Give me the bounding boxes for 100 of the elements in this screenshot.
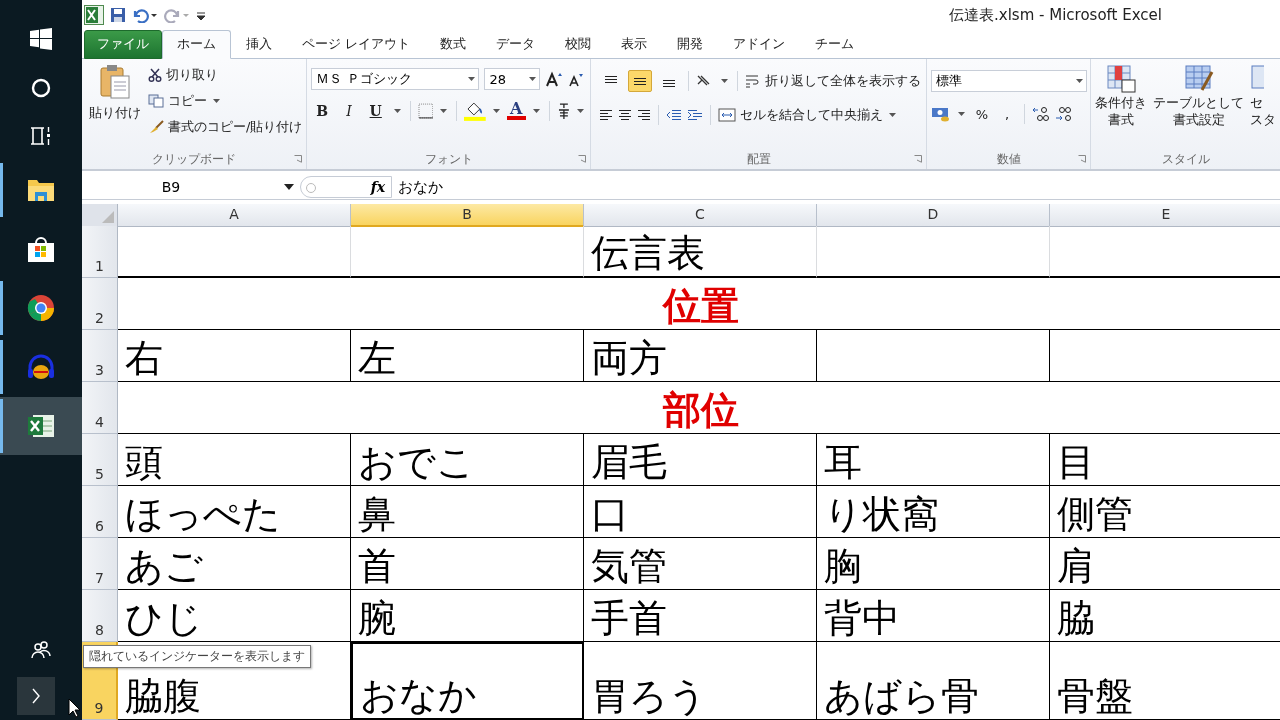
column-header[interactable]: C [584, 204, 817, 227]
paste-button[interactable]: 貼り付け [86, 64, 144, 149]
table-cell[interactable]: 鼻 [351, 486, 584, 538]
column-header[interactable]: E [1050, 204, 1280, 227]
row-header[interactable]: 1 [82, 226, 118, 278]
undo-icon[interactable] [132, 7, 158, 23]
table-cell[interactable]: 右 [118, 330, 351, 382]
formula-input[interactable]: おなか [392, 176, 1280, 198]
table-cell[interactable]: 口 [584, 486, 817, 538]
copy-button[interactable]: コピー [148, 90, 303, 112]
shrink-font-icon[interactable] [568, 71, 585, 87]
table-cell[interactable]: 首 [351, 538, 584, 590]
ribbon-tab[interactable]: データ [481, 30, 551, 59]
row-header[interactable]: 4 [82, 382, 118, 434]
format-as-table-button[interactable]: テーブルとして 書式設定 [1153, 64, 1244, 149]
underline-button[interactable]: U [364, 100, 387, 122]
excel-icon[interactable] [84, 5, 104, 25]
decrease-indent-icon[interactable] [666, 109, 683, 121]
row-header[interactable]: 8 [82, 590, 118, 642]
ribbon-tab[interactable]: ページ レイアウト [287, 30, 426, 59]
decrease-decimal-icon[interactable] [1055, 106, 1073, 122]
caret-icon[interactable] [721, 79, 729, 83]
table-cell[interactable]: ほっぺた [118, 486, 351, 538]
table-cell[interactable]: 伝言表 [584, 226, 817, 278]
ribbon-tab[interactable]: 挿入 [231, 30, 287, 59]
bold-button[interactable]: B [311, 100, 334, 122]
row-header[interactable]: 5 [82, 434, 118, 486]
row-header[interactable]: 6 [82, 486, 118, 538]
number-format-dropdown[interactable]: 標準 [931, 70, 1087, 92]
table-cell[interactable]: あご [118, 538, 351, 590]
ribbon-tab[interactable]: アドイン [718, 30, 801, 59]
insert-function-button[interactable]: fx [370, 179, 385, 195]
caret-icon[interactable] [493, 109, 501, 113]
taskbar-app[interactable] [0, 397, 82, 455]
dialog-launcher-icon[interactable] [914, 155, 922, 163]
vertical-align-button[interactable] [628, 70, 653, 92]
caret-icon[interactable] [577, 109, 585, 113]
table-cell[interactable]: 耳 [817, 434, 1050, 486]
column-header[interactable]: D [817, 204, 1050, 227]
table-cell[interactable]: 背中 [817, 590, 1050, 642]
table-cell[interactable]: 胃ろう [584, 642, 817, 720]
italic-button[interactable]: I [338, 100, 360, 122]
caret-icon[interactable] [393, 109, 401, 113]
table-cell[interactable]: 脇 [1050, 590, 1280, 642]
save-icon[interactable] [110, 7, 126, 23]
font-name-dropdown[interactable]: ＭＳ Ｐゴシック [311, 68, 480, 90]
table-cell[interactable]: 頭 [118, 434, 351, 486]
increase-decimal-icon[interactable] [1032, 106, 1050, 122]
start-icon[interactable] [30, 28, 52, 50]
grow-font-icon[interactable] [545, 71, 564, 87]
table-cell[interactable]: 骨盤 [1050, 642, 1280, 720]
ribbon-tab[interactable]: 表示 [606, 30, 663, 59]
table-cell[interactable]: 気管 [584, 538, 817, 590]
dialog-launcher-icon[interactable] [294, 155, 303, 163]
table-cell[interactable]: あばら骨 [817, 642, 1050, 720]
table-cell[interactable] [817, 330, 1050, 382]
dialog-launcher-icon[interactable] [578, 155, 587, 163]
table-cell[interactable]: 左 [351, 330, 584, 382]
comma-button[interactable]: , [997, 106, 1017, 122]
row-header[interactable]: 3 [82, 330, 118, 382]
merge-center-button[interactable]: セルを結合して中央揃え [718, 104, 899, 126]
align-center-icon[interactable] [618, 109, 633, 121]
merged-cell[interactable]: 部位 [118, 382, 1280, 434]
table-cell[interactable]: 両方 [584, 330, 817, 382]
currency-icon[interactable] [931, 106, 951, 122]
dialog-launcher-icon[interactable] [1078, 155, 1086, 163]
table-cell[interactable]: 腕 [351, 590, 584, 642]
table-cell[interactable]: 胸 [817, 538, 1050, 590]
name-box[interactable]: B9 [82, 176, 300, 198]
table-cell[interactable]: 手首 [584, 590, 817, 642]
caret-icon[interactable] [532, 109, 540, 113]
row-header[interactable]: 7 [82, 538, 118, 590]
table-cell[interactable]: ひじ [118, 590, 351, 642]
cut-button[interactable]: 切り取り [148, 64, 303, 86]
task-view-icon[interactable] [30, 126, 52, 146]
font-color-button[interactable]: A [507, 102, 526, 120]
table-cell[interactable]: おでこ [351, 434, 584, 486]
ribbon-tab[interactable]: 開発 [662, 30, 719, 59]
align-right-icon[interactable] [637, 109, 652, 121]
phonetic-guide-icon[interactable] [556, 102, 571, 120]
ribbon-tab[interactable]: チーム [800, 30, 870, 59]
people-icon[interactable] [31, 641, 51, 659]
wrap-text-button[interactable]: 折り返して全体を表示する [745, 70, 922, 92]
cell-styles-button[interactable]: セ スタ [1250, 64, 1276, 149]
show-hidden-icons-button[interactable] [17, 677, 55, 715]
table-cell[interactable]: 眉毛 [584, 434, 817, 486]
table-cell[interactable]: 肩 [1050, 538, 1280, 590]
borders-icon[interactable] [417, 103, 434, 119]
align-left-icon[interactable] [599, 109, 614, 121]
table-cell[interactable]: 目 [1050, 434, 1280, 486]
row-header[interactable]: 2 [82, 278, 118, 330]
conditional-formatting-button[interactable]: 条件付き 書式 [1095, 64, 1147, 149]
font-size-dropdown[interactable]: 28 [484, 68, 541, 90]
column-header[interactable]: B [351, 204, 584, 227]
fill-color-icon[interactable] [464, 101, 487, 121]
column-header[interactable]: A [118, 204, 351, 227]
table-cell[interactable]: 側管 [1050, 486, 1280, 538]
search-icon[interactable] [31, 78, 51, 98]
increase-indent-icon[interactable] [687, 109, 704, 121]
caret-icon[interactable] [440, 109, 448, 113]
